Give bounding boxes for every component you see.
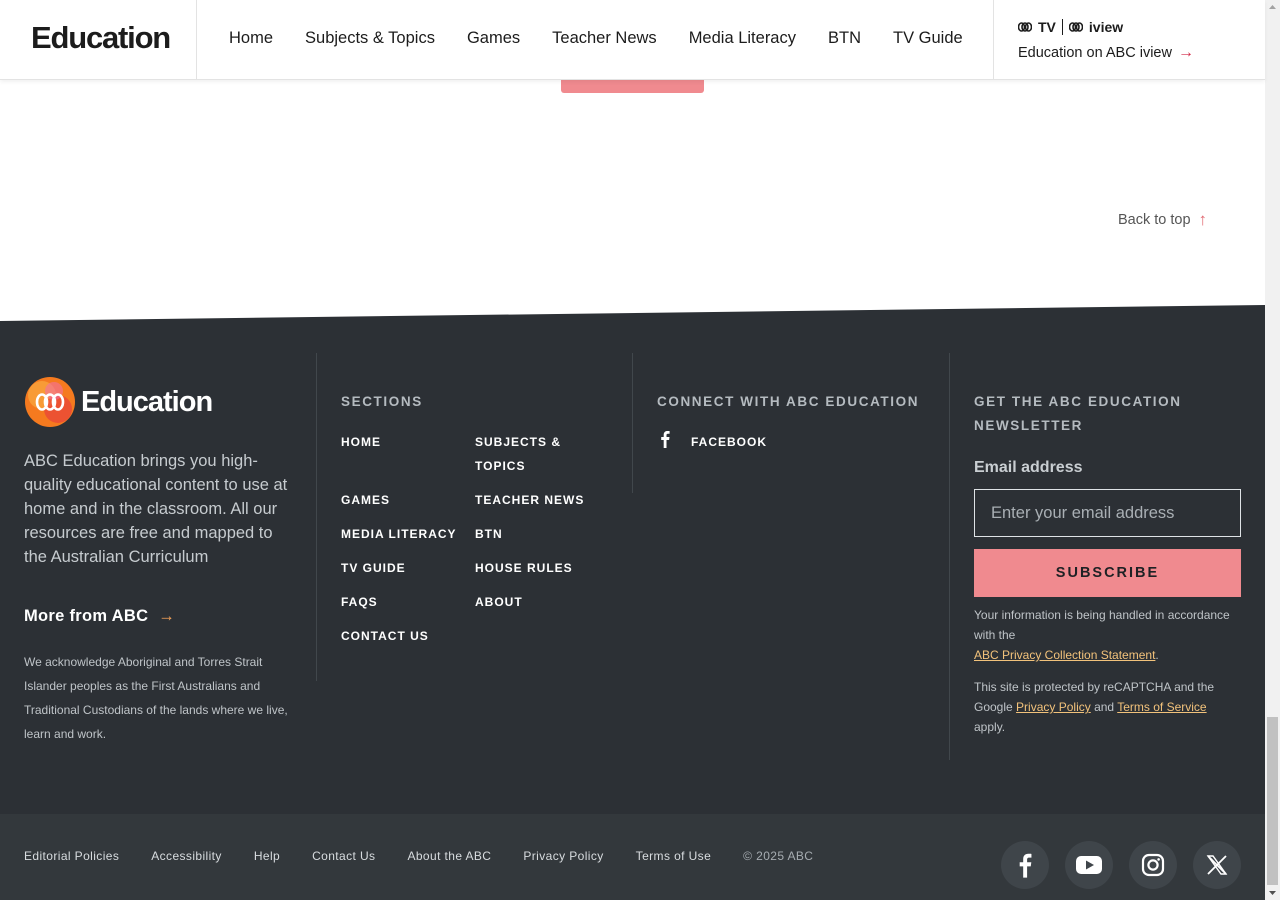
main-nav: Home Subjects & Topics Games Teacher New… [229, 29, 963, 48]
privacy-policy-link[interactable]: Privacy Policy [523, 849, 603, 863]
facebook-icon [1019, 853, 1032, 878]
privacy-collection-link[interactable]: ABC Privacy Collection Statement [974, 648, 1155, 662]
tv-label: TV [1038, 19, 1056, 35]
privacy-note: Your information is being handled in acc… [974, 605, 1234, 665]
google-privacy-link[interactable]: Privacy Policy [1016, 700, 1091, 714]
site-header: Education Home Subjects & Topics Games T… [0, 0, 1265, 80]
youtube-icon [1076, 856, 1102, 874]
nav-subjects-topics[interactable]: Subjects & Topics [305, 29, 435, 48]
social-x-button[interactable] [1193, 841, 1241, 889]
nav-tv-guide[interactable]: TV Guide [893, 29, 963, 48]
abc-education-logo-icon [25, 377, 75, 427]
nav-media-literacy[interactable]: Media Literacy [689, 29, 796, 48]
help-link[interactable]: Help [254, 849, 280, 863]
footer-link-faqs[interactable]: FAQS [341, 590, 378, 614]
recaptcha-note: This site is protected by reCAPTCHA and … [974, 677, 1234, 737]
footer-link-subjects-topics[interactable]: SUBJECTS & TOPICS [475, 430, 575, 478]
scrollbar-thumb[interactable] [1267, 717, 1278, 885]
newsletter-heading-line2: NEWSLETTER [974, 418, 1083, 433]
subscribe-button[interactable]: SUBSCRIBE [974, 549, 1241, 597]
pink-button-partial[interactable] [561, 80, 704, 93]
logo-separator [1061, 19, 1063, 35]
footer-link-about[interactable]: ABOUT [475, 590, 523, 614]
nav-btn[interactable]: BTN [828, 29, 861, 48]
terms-of-use-link[interactable]: Terms of Use [636, 849, 711, 863]
newsletter-heading: GET THE ABC EDUCATION NEWSLETTER [974, 390, 1182, 438]
header-divider [993, 0, 994, 80]
nav-home[interactable]: Home [229, 29, 273, 48]
header-divider [196, 0, 197, 80]
footer-link-games[interactable]: GAMES [341, 488, 390, 512]
scroll-up-arrow-icon[interactable] [1267, 2, 1278, 12]
accessibility-link[interactable]: Accessibility [151, 849, 222, 863]
footer-education-logo[interactable]: Education [24, 377, 213, 427]
abc-logo-icon [1068, 22, 1083, 32]
iview-link-label: Education on ABC iview [1018, 45, 1172, 61]
facebook-icon [660, 430, 672, 453]
social-youtube-button[interactable] [1065, 841, 1113, 889]
editorial-policies-link[interactable]: Editorial Policies [24, 849, 119, 863]
footer-link-tv-guide[interactable]: TV GUIDE [341, 556, 406, 580]
footer-link-media-literacy[interactable]: MEDIA LITERACY [341, 522, 457, 546]
nav-teacher-news[interactable]: Teacher News [552, 29, 657, 48]
privacy-note-text: Your information is being handled in acc… [974, 608, 1230, 642]
footer-link-house-rules[interactable]: HOUSE RULES [475, 556, 573, 580]
newsletter-heading-line1: GET THE ABC EDUCATION [974, 394, 1182, 409]
back-to-top-link[interactable]: Back to top ↑ [1118, 210, 1207, 230]
connect-heading: CONNECT WITH ABC EDUCATION [657, 394, 920, 409]
more-from-abc-label: More from ABC [24, 607, 149, 625]
iview-label: iview [1088, 19, 1124, 35]
social-instagram-button[interactable] [1129, 841, 1177, 889]
back-to-top-label: Back to top [1118, 212, 1191, 228]
footer-logo-text: Education [81, 385, 213, 418]
email-input[interactable] [974, 489, 1241, 537]
footer-link-btn[interactable]: BTN [475, 522, 503, 546]
education-logo[interactable]: Education [31, 20, 171, 56]
abc-logo-icon [1018, 22, 1032, 32]
recaptcha-suffix: apply. [974, 720, 1006, 734]
footer-divider [316, 353, 317, 681]
facebook-label: FACEBOOK [691, 434, 768, 449]
footer-description: ABC Education brings you high-quality ed… [24, 452, 288, 566]
abc-tv-iview-logos: TV iview [1018, 17, 1194, 37]
privacy-note-suffix: . [1155, 648, 1159, 662]
instagram-icon [1141, 853, 1165, 877]
footer-link-home[interactable]: HOME [341, 430, 381, 454]
sections-heading: SECTIONS [341, 394, 423, 409]
iview-promo[interactable]: TV iview Education on ABC iview → [1018, 17, 1194, 62]
scroll-down-arrow-icon[interactable] [1267, 888, 1278, 898]
acknowledgement-of-country: We acknowledge Aboriginal and Torres Str… [24, 655, 288, 741]
footer-divider [949, 353, 950, 760]
arrow-right-icon: → [158, 607, 176, 625]
iview-link[interactable]: Education on ABC iview → [1018, 44, 1194, 62]
arrow-up-icon: ↑ [1198, 210, 1208, 229]
google-terms-link[interactable]: Terms of Service [1117, 700, 1206, 714]
nav-games[interactable]: Games [467, 29, 520, 48]
footer-divider [632, 353, 633, 493]
footer-link-contact-us[interactable]: CONTACT US [341, 624, 429, 648]
email-label: Email address [974, 459, 1083, 476]
contact-us-link[interactable]: Contact Us [312, 849, 375, 863]
social-facebook-button[interactable] [1001, 841, 1049, 889]
copyright: © 2025 ABC [743, 849, 814, 863]
footer-link-teacher-news[interactable]: TEACHER NEWS [475, 488, 584, 512]
recaptcha-and: and [1094, 700, 1115, 714]
arrow-right-icon: → [1177, 44, 1194, 61]
x-icon [1206, 855, 1228, 875]
more-from-abc-link[interactable]: More from ABC → [24, 607, 175, 626]
about-the-abc-link[interactable]: About the ABC [407, 849, 491, 863]
connect-facebook-link[interactable]: FACEBOOK [660, 430, 767, 453]
bottom-links: Editorial Policies Accessibility Help Co… [24, 849, 813, 863]
